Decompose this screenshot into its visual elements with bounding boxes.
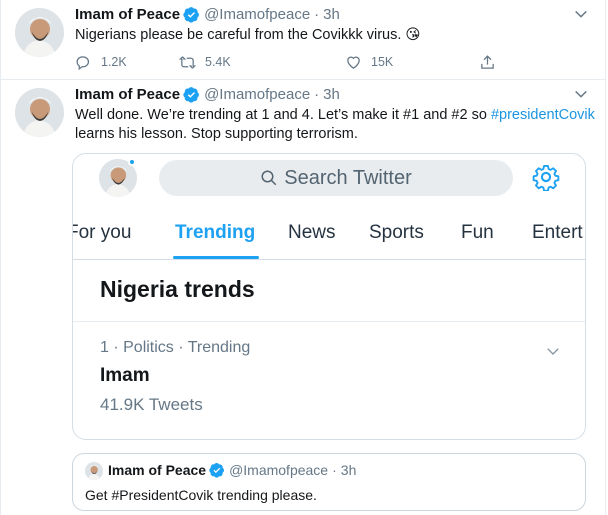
- tweet-text-part: learns his lesson. Stop supporting terro…: [75, 126, 358, 142]
- avatar-image: [85, 462, 103, 480]
- tab-for-you: For you: [72, 222, 132, 243]
- verified-badge-icon: [183, 6, 199, 23]
- trends-title: Nigeria trends: [100, 276, 255, 302]
- tab-news: News: [288, 222, 336, 243]
- timeline-border-right: [605, 0, 606, 515]
- notification-dot: [128, 158, 136, 166]
- tweet-text: Nigerians please be careful from the Cov…: [75, 27, 421, 43]
- divider: [73, 321, 585, 322]
- like-count: 15K: [371, 55, 394, 69]
- display-name[interactable]: Imam of Peace: [75, 6, 180, 23]
- tweet[interactable]: Imam of Peace @Imamofpeace · 3h Nigerian…: [1, 0, 605, 80]
- tab-entertainment: Entert: [532, 222, 583, 243]
- chevron-down-icon[interactable]: [573, 86, 589, 102]
- like-icon: [347, 56, 360, 69]
- avatar-image: [15, 8, 64, 57]
- display-name[interactable]: Imam of Peace: [75, 86, 180, 103]
- trend-name: Imam: [100, 365, 150, 386]
- tweet-text: Well done. We’re trending at 1 and 4. Le…: [75, 106, 595, 144]
- avatar[interactable]: [15, 8, 64, 57]
- active-tab-indicator: [173, 256, 259, 259]
- avatar-image: [15, 88, 64, 137]
- handle[interactable]: @Imamofpeace: [204, 86, 310, 103]
- quoted-tweet[interactable]: Imam of Peace @Imamofpeace · 3h Get #Pre…: [72, 453, 586, 511]
- chevron-down-icon: [547, 348, 559, 355]
- screenshot-tab-bar: For you Trending News Sports Fun Entert: [72, 216, 585, 260]
- separator: ·: [332, 462, 337, 478]
- verified-badge-icon: [183, 86, 199, 103]
- tweet-text-part: Well done. We’re trending at 1 and 4. Le…: [75, 107, 491, 123]
- gear-icon: [532, 164, 560, 191]
- screenshot-search-bar: Search Twitter: [159, 160, 513, 196]
- tweet-actions: 1.2K 5.4K 15K: [75, 52, 505, 72]
- retweet-count: 5.4K: [205, 55, 231, 69]
- hashtag-link[interactable]: #presidentCovik: [491, 107, 595, 123]
- avatar[interactable]: [15, 88, 64, 137]
- tweet-header: Imam of Peace @Imamofpeace · 3h: [75, 4, 340, 24]
- tab-fun: Fun: [461, 222, 494, 243]
- chevron-down-icon[interactable]: [573, 6, 589, 22]
- trend-meta: 1 · Politics · Trending: [100, 339, 251, 356]
- reply-icon: [76, 55, 90, 70]
- reply-count: 1.2K: [101, 55, 127, 69]
- retweet-icon: [179, 55, 196, 69]
- separator: ·: [314, 85, 320, 103]
- tab-sports: Sports: [369, 222, 424, 243]
- trend-tweet-count: 41.9K Tweets: [100, 395, 203, 414]
- timestamp[interactable]: 3h: [323, 6, 340, 23]
- search-icon: [261, 170, 277, 186]
- retweet-button[interactable]: 5.4K: [179, 52, 231, 72]
- quoted-tweet-text: Get #PresidentCovik trending please.: [85, 487, 317, 503]
- handle[interactable]: @Imamofpeace: [204, 6, 310, 23]
- attached-image[interactable]: Search Twitter For you Trending News Spo…: [72, 153, 586, 440]
- tab-trending: Trending: [175, 222, 256, 243]
- timestamp[interactable]: 3h: [323, 86, 340, 103]
- avatar: [85, 462, 103, 480]
- timestamp: 3h: [340, 462, 357, 478]
- share-icon: [481, 54, 494, 69]
- reply-button[interactable]: 1.2K: [75, 52, 127, 72]
- quoted-tweet-header: Imam of Peace @Imamofpeace · 3h: [108, 462, 356, 478]
- like-button[interactable]: 15K: [345, 52, 393, 72]
- verified-badge-icon: [209, 463, 225, 478]
- display-name: Imam of Peace: [108, 462, 207, 478]
- tweet[interactable]: Imam of Peace @Imamofpeace · 3h Well don…: [1, 80, 605, 515]
- handle: @Imamofpeace: [229, 462, 329, 478]
- share-button[interactable]: [479, 52, 505, 72]
- tweet-header: Imam of Peace @Imamofpeace · 3h: [75, 84, 340, 104]
- separator: ·: [314, 5, 320, 23]
- search-placeholder: Search Twitter: [284, 166, 412, 189]
